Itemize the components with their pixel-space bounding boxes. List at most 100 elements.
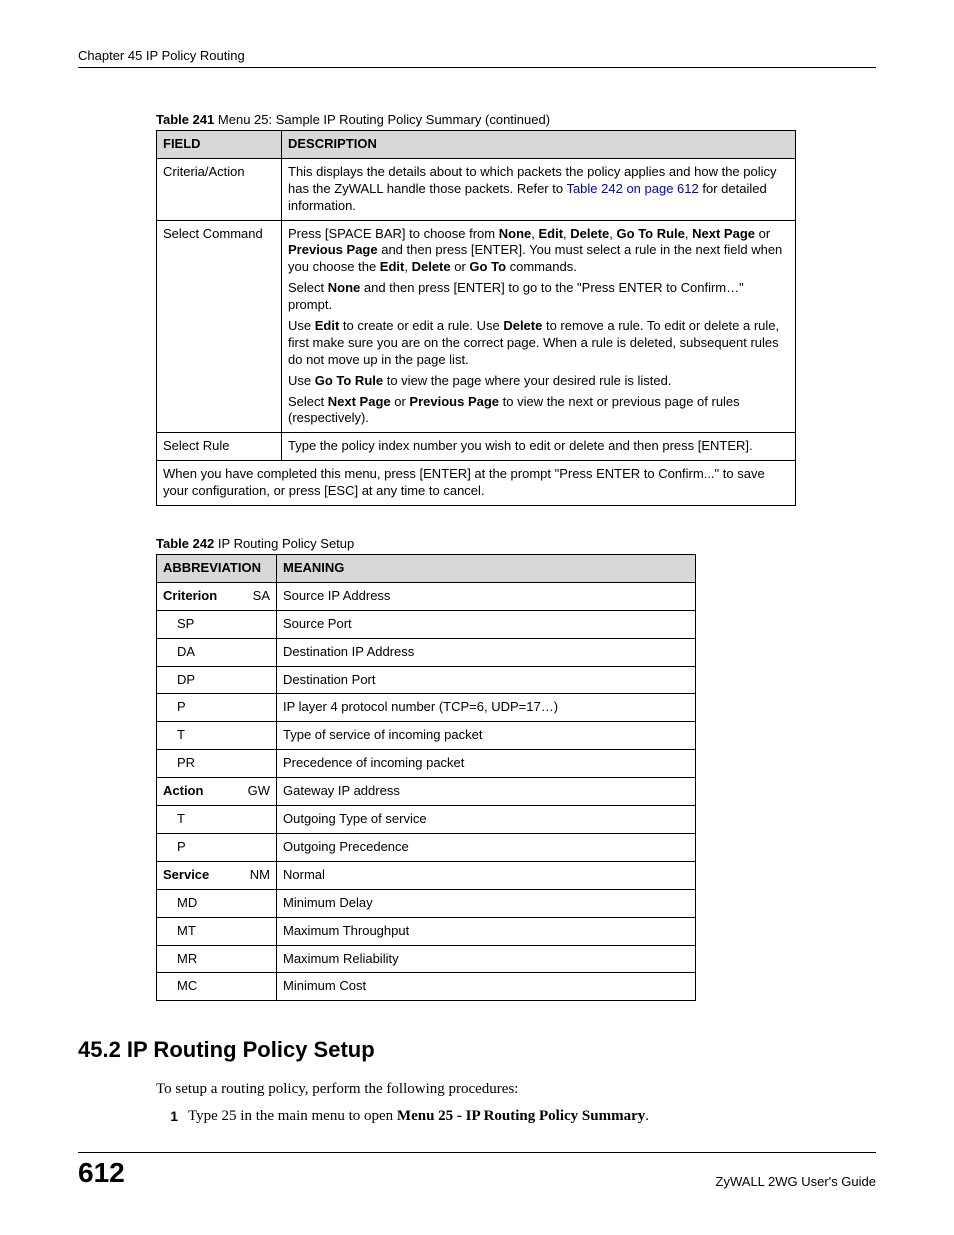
cell-abbr: MD (157, 889, 277, 917)
page-footer: 612 ZyWALL 2WG User's Guide (78, 1152, 876, 1189)
section-heading: 45.2 IP Routing Policy Setup (78, 1037, 876, 1063)
table-row: DA Destination IP Address (157, 638, 696, 666)
table-row: DP Destination Port (157, 666, 696, 694)
abbr-code: NM (250, 867, 270, 884)
abbr-code: DP (163, 672, 195, 689)
abbr-group: Action (163, 783, 203, 798)
table-row: Criteria/Action This displays the detail… (157, 158, 796, 220)
paragraph: Press [SPACE BAR] to choose from None, E… (288, 226, 789, 277)
cell-field: Select Rule (157, 433, 282, 461)
table-241-number: Table 241 (156, 112, 214, 127)
table-row: MR Maximum Reliability (157, 945, 696, 973)
table-header-abbr: ABBREVIATION (157, 555, 277, 583)
cell-abbr: P (157, 694, 277, 722)
table-row: T Type of service of incoming packet (157, 722, 696, 750)
cell-meaning: Outgoing Type of service (277, 806, 696, 834)
abbr-code: MT (163, 923, 196, 940)
table-row: Action GW Gateway IP address (157, 778, 696, 806)
cell-meaning: IP layer 4 protocol number (TCP=6, UDP=1… (277, 694, 696, 722)
cell-meaning: Source IP Address (277, 582, 696, 610)
cell-meaning: Destination IP Address (277, 638, 696, 666)
table-row: MT Maximum Throughput (157, 917, 696, 945)
cell-meaning: Normal (277, 861, 696, 889)
abbr-code: PR (163, 755, 195, 772)
table-241: FIELD DESCRIPTION Criteria/Action This d… (156, 130, 796, 506)
cell-meaning: Maximum Reliability (277, 945, 696, 973)
cell-field: Criteria/Action (157, 158, 282, 220)
cell-meaning: Maximum Throughput (277, 917, 696, 945)
list-number: 1 (156, 1108, 178, 1125)
cell-abbr: PR (157, 750, 277, 778)
table-row: ABBREVIATION MEANING (157, 555, 696, 583)
table-row: P Outgoing Precedence (157, 833, 696, 861)
table-row: Criterion SA Source IP Address (157, 582, 696, 610)
cross-ref-link[interactable]: Table 242 on page 612 (566, 181, 698, 196)
cell-desc: Type the policy index number you wish to… (282, 433, 796, 461)
cell-meaning: Outgoing Precedence (277, 833, 696, 861)
section-intro: To setup a routing policy, perform the f… (156, 1081, 876, 1098)
cell-meaning: Minimum Delay (277, 889, 696, 917)
paragraph: Select Next Page or Previous Page to vie… (288, 394, 789, 428)
cell-abbr: MC (157, 973, 277, 1001)
guide-name: ZyWALL 2WG User's Guide (716, 1174, 876, 1189)
abbr-code: DA (163, 644, 195, 661)
page-number: 612 (78, 1157, 125, 1189)
abbr-code: P (163, 839, 186, 856)
abbr-code: MC (163, 978, 197, 995)
table-241-title: Menu 25: Sample IP Routing Policy Summar… (214, 112, 550, 127)
abbr-group: Criterion (163, 588, 217, 603)
table-header-meaning: MEANING (277, 555, 696, 583)
cell-meaning: Minimum Cost (277, 973, 696, 1001)
list-text: Type 25 in the main menu to open Menu 25… (188, 1108, 649, 1125)
table-242: ABBREVIATION MEANING Criterion SA Source I… (156, 554, 696, 1001)
table-header-field: FIELD (157, 131, 282, 159)
cell-meaning: Destination Port (277, 666, 696, 694)
cell-abbr: MR (157, 945, 277, 973)
table-row: PR Precedence of incoming packet (157, 750, 696, 778)
abbr-code: GW (248, 783, 270, 800)
abbr-code: SA (253, 588, 270, 605)
table-row: MD Minimum Delay (157, 889, 696, 917)
abbr-code: MD (163, 895, 197, 912)
table-row: SP Source Port (157, 610, 696, 638)
paragraph: Use Edit to create or edit a rule. Use D… (288, 318, 789, 369)
table-row: Select Rule Type the policy index number… (157, 433, 796, 461)
cell-abbr: DP (157, 666, 277, 694)
cell-abbr: T (157, 722, 277, 750)
cell-meaning: Gateway IP address (277, 778, 696, 806)
table-row: Select Command Press [SPACE BAR] to choo… (157, 220, 796, 433)
cell-meaning: Source Port (277, 610, 696, 638)
table-242-number: Table 242 (156, 536, 214, 551)
abbr-code: SP (163, 616, 194, 633)
table-row: FIELD DESCRIPTION (157, 131, 796, 159)
cell-abbr: Criterion SA (157, 582, 277, 610)
abbr-code: P (163, 699, 186, 716)
table-header-desc: DESCRIPTION (282, 131, 796, 159)
chapter-header: Chapter 45 IP Policy Routing (78, 48, 876, 68)
list-item: 1 Type 25 in the main menu to open Menu … (156, 1108, 876, 1125)
cell-abbr: P (157, 833, 277, 861)
table-242-title: IP Routing Policy Setup (214, 536, 354, 551)
cell-meaning: Type of service of incoming packet (277, 722, 696, 750)
table-row: T Outgoing Type of service (157, 806, 696, 834)
cell-abbr: T (157, 806, 277, 834)
abbr-code: MR (163, 951, 197, 968)
abbr-group: Service (163, 867, 209, 882)
table-row: When you have completed this menu, press… (157, 461, 796, 506)
abbr-code: T (163, 727, 185, 744)
paragraph: Use Go To Rule to view the page where yo… (288, 373, 789, 390)
cell-abbr: Service NM (157, 861, 277, 889)
cell-meaning: Precedence of incoming packet (277, 750, 696, 778)
cell-abbr: SP (157, 610, 277, 638)
abbr-code: T (163, 811, 185, 828)
cell-abbr: DA (157, 638, 277, 666)
cell-field: Select Command (157, 220, 282, 433)
table-row: P IP layer 4 protocol number (TCP=6, UDP=… (157, 694, 696, 722)
cell-abbr: MT (157, 917, 277, 945)
table-row: MC Minimum Cost (157, 973, 696, 1001)
table-footer-note: When you have completed this menu, press… (157, 461, 796, 506)
paragraph: Select None and then press [ENTER] to go… (288, 280, 789, 314)
table-241-caption: Table 241 Menu 25: Sample IP Routing Pol… (156, 112, 876, 127)
table-242-caption: Table 242 IP Routing Policy Setup (156, 536, 876, 551)
cell-abbr: Action GW (157, 778, 277, 806)
